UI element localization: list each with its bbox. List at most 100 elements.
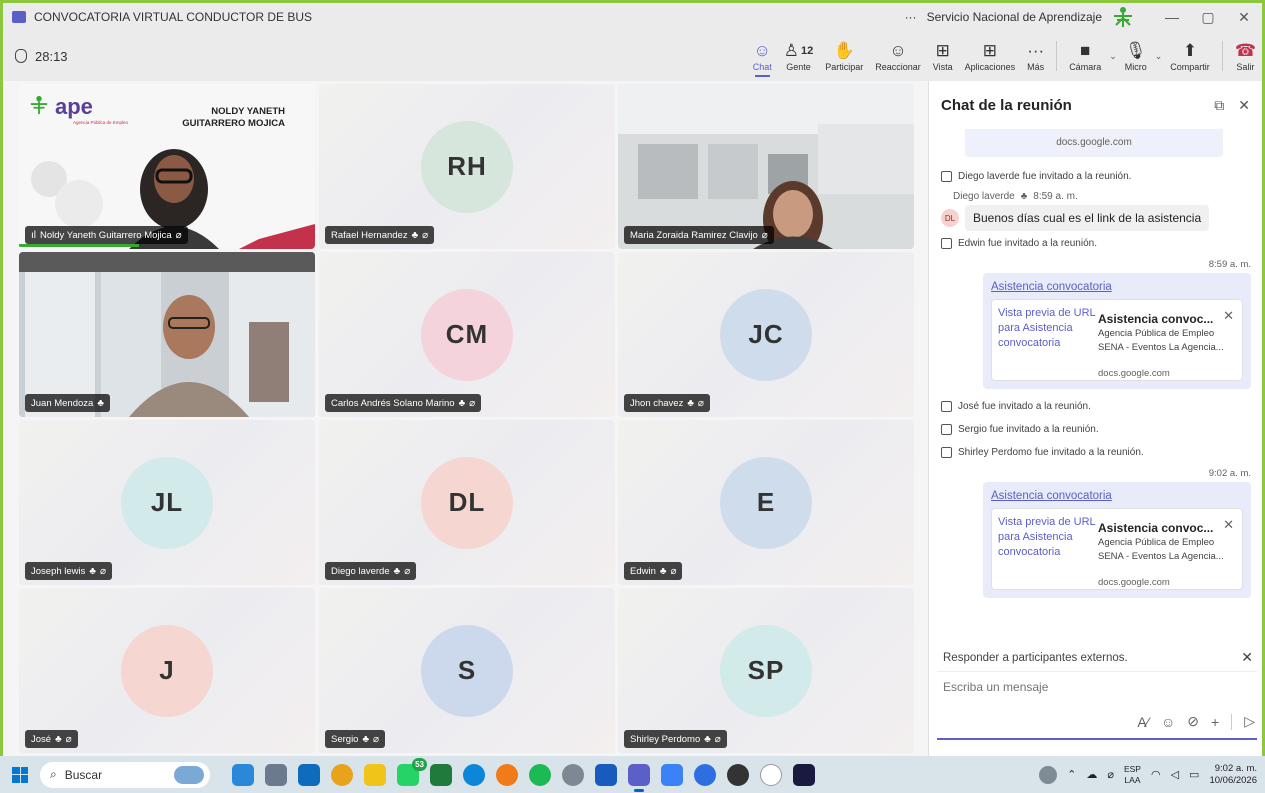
own-message[interactable]: Asistencia convocatoria Vista previa de …	[983, 273, 1251, 389]
notes-icon[interactable]	[661, 763, 683, 786]
firefox-icon[interactable]	[496, 763, 518, 786]
video-tile-maria[interactable]: Maria Zoraida Ramirez Clavijo ⌀	[618, 84, 914, 249]
camera-button[interactable]: ■ Cámara	[1063, 31, 1107, 81]
mic-button[interactable]: 🎙 Micro	[1119, 31, 1153, 81]
share-button[interactable]: ⬆ Compartir	[1164, 31, 1216, 81]
react-button[interactable]: ☺ Reaccionar	[869, 31, 927, 81]
video-tile-edwin[interactable]: E Edwin ♣ ⌀	[618, 420, 914, 585]
hangup-icon: ☎	[1234, 41, 1256, 60]
video-tile-rafael[interactable]: RH Rafael Hernandez ♣ ⌀	[319, 84, 615, 249]
whatsapp-icon[interactable]: 53	[397, 757, 427, 786]
close-icon[interactable]: ✕	[1223, 517, 1234, 533]
wifi-icon[interactable]: ◠	[1151, 768, 1161, 781]
slide-name-line-1: NOLDY YANETH	[211, 106, 285, 117]
link-preview-partial[interactable]: docs.google.com	[965, 129, 1223, 157]
close-icon[interactable]: ✕	[1223, 308, 1234, 324]
format-icon[interactable]: A⁄	[1137, 714, 1149, 730]
file-explorer-icon[interactable]	[364, 763, 386, 786]
search-label: Buscar	[64, 767, 103, 782]
send-icon[interactable]: ▷	[1244, 713, 1255, 730]
emoji-icon[interactable]: ☺	[1161, 714, 1175, 730]
ai-app-icon[interactable]	[727, 763, 749, 786]
store-icon[interactable]	[265, 763, 287, 786]
close-icon[interactable]: ✕	[1238, 97, 1250, 114]
camera-options-chevron-icon[interactable]: ⌄	[1109, 51, 1117, 62]
chat-button[interactable]: ☺ Chat	[747, 31, 778, 81]
own-message[interactable]: Asistencia convocatoria Vista previa de …	[983, 482, 1251, 598]
language-indicator[interactable]: ESP LAA	[1124, 764, 1141, 786]
video-tile-jose[interactable]: J José ♣ ⌀	[19, 588, 315, 753]
view-button[interactable]: ⊞ Vista	[927, 31, 959, 81]
excel-icon[interactable]	[430, 763, 452, 786]
asistencia-link[interactable]: Asistencia convocatoria	[991, 281, 1243, 293]
timer-value: 28:13	[35, 48, 68, 64]
edge-icon[interactable]	[463, 763, 485, 786]
apps-button[interactable]: ⊞ Aplicaciones	[959, 31, 1022, 81]
popout-icon[interactable]: ⧉	[1214, 97, 1224, 114]
task-view-icon[interactable]	[232, 763, 254, 786]
battery-icon[interactable]: ▭	[1189, 768, 1199, 781]
more-options-button[interactable]: ···	[905, 10, 917, 24]
more-button[interactable]: ··· Más	[1021, 31, 1050, 81]
loop-icon[interactable]: ⊘	[1187, 713, 1199, 730]
volume-icon[interactable]: ◁	[1171, 768, 1179, 781]
clock-date: 10/06/2026	[1209, 774, 1257, 786]
compose-box: Responder a participantes externos. ✕ A⁄…	[937, 644, 1257, 740]
video-tile-sergio[interactable]: S Sergio ♣ ⌀	[319, 588, 615, 753]
system-message: José fue invitado a la reunión.	[929, 395, 1263, 418]
app-icon[interactable]	[562, 763, 584, 786]
mic-muted-icon[interactable]: ⌀	[1107, 768, 1114, 781]
asistencia-link[interactable]: Asistencia convocatoria	[991, 490, 1243, 502]
spotify-icon[interactable]	[529, 763, 551, 786]
link-preview-card[interactable]: Vista previa de URL para Asistencia conv…	[991, 299, 1243, 381]
close-button[interactable]: ✕	[1226, 9, 1262, 26]
chatgpt-icon[interactable]	[760, 763, 782, 786]
chat-label: Chat	[752, 62, 772, 72]
camera-label: Cámara	[1069, 62, 1102, 72]
video-tile-joseph[interactable]: JL Joseph lewis ♣ ⌀	[19, 420, 315, 585]
windows-start-icon[interactable]	[12, 766, 28, 783]
guest-icon: ♣	[1020, 190, 1028, 202]
meeting-toolbar: 28:13 ☺ Chat ♙ 12 Gente ✋ Participar ☺ Re…	[3, 31, 1262, 81]
participant-name: Juan Mendoza	[31, 397, 94, 409]
creative-app-icon[interactable]	[793, 763, 815, 786]
chevron-up-icon[interactable]: ⌃	[1067, 768, 1076, 781]
video-tile-shirley[interactable]: SP Shirley Perdomo ♣ ⌀	[618, 588, 914, 753]
word-icon[interactable]	[595, 763, 617, 786]
video-tile-jhon[interactable]: JC Jhon chavez ♣ ⌀	[618, 252, 914, 417]
video-tile-juan[interactable]: Juan Mendoza ♣	[19, 252, 315, 417]
chrome-icon[interactable]	[331, 763, 353, 786]
video-tile-noldy[interactable]: ape Agencia Pública de Empleo NOLDY YANE…	[19, 84, 315, 249]
raise-hand-button[interactable]: ✋ Participar	[819, 31, 869, 81]
link-preview-card[interactable]: Vista previa de URL para Asistencia conv…	[991, 508, 1243, 590]
mic-options-chevron-icon[interactable]: ⌄	[1155, 51, 1163, 62]
participant-label: Shirley Perdomo ♣ ⌀	[624, 730, 727, 748]
close-icon[interactable]: ✕	[1241, 649, 1253, 666]
restore-button[interactable]: ▢	[1190, 9, 1226, 26]
people-button[interactable]: ♙ 12 Gente	[778, 31, 820, 81]
avatar: E	[720, 456, 812, 549]
participant-name: Carlos Andrés Solano Marino	[331, 397, 455, 409]
view-label: Vista	[932, 62, 953, 72]
leave-button[interactable]: ☎ Salir	[1229, 31, 1262, 81]
plus-icon[interactable]: +	[1211, 714, 1219, 730]
teams-icon[interactable]	[628, 763, 650, 792]
avatar: JC	[720, 288, 812, 381]
taskbar-search[interactable]: ⌕ Buscar	[40, 761, 210, 788]
mic-muted-icon: ⌀	[761, 229, 768, 241]
messenger-icon[interactable]	[694, 763, 716, 786]
weather-icon[interactable]	[1039, 765, 1058, 784]
cloud-sync-icon[interactable]: ☁	[1086, 768, 1097, 781]
participant-label: Edwin ♣ ⌀	[624, 562, 683, 580]
participant-label: Joseph lewis ♣ ⌀	[25, 562, 112, 580]
video-tile-diego[interactable]: DL Diego laverde ♣ ⌀	[319, 420, 615, 585]
notification-badge: 53	[412, 757, 427, 771]
outlook-icon[interactable]	[298, 763, 320, 786]
guest-icon: ♣	[55, 733, 62, 745]
calendar-icon	[941, 401, 952, 412]
clock[interactable]: 9:02 a. m. 10/06/2026	[1209, 763, 1257, 787]
video-tile-carlos[interactable]: CM Carlos Andrés Solano Marino ♣ ⌀	[319, 252, 615, 417]
chat-message[interactable]: DL Buenos días cual es el link de la asi…	[929, 204, 1263, 232]
minimize-button[interactable]: —	[1154, 9, 1190, 25]
message-input[interactable]	[937, 672, 1257, 702]
